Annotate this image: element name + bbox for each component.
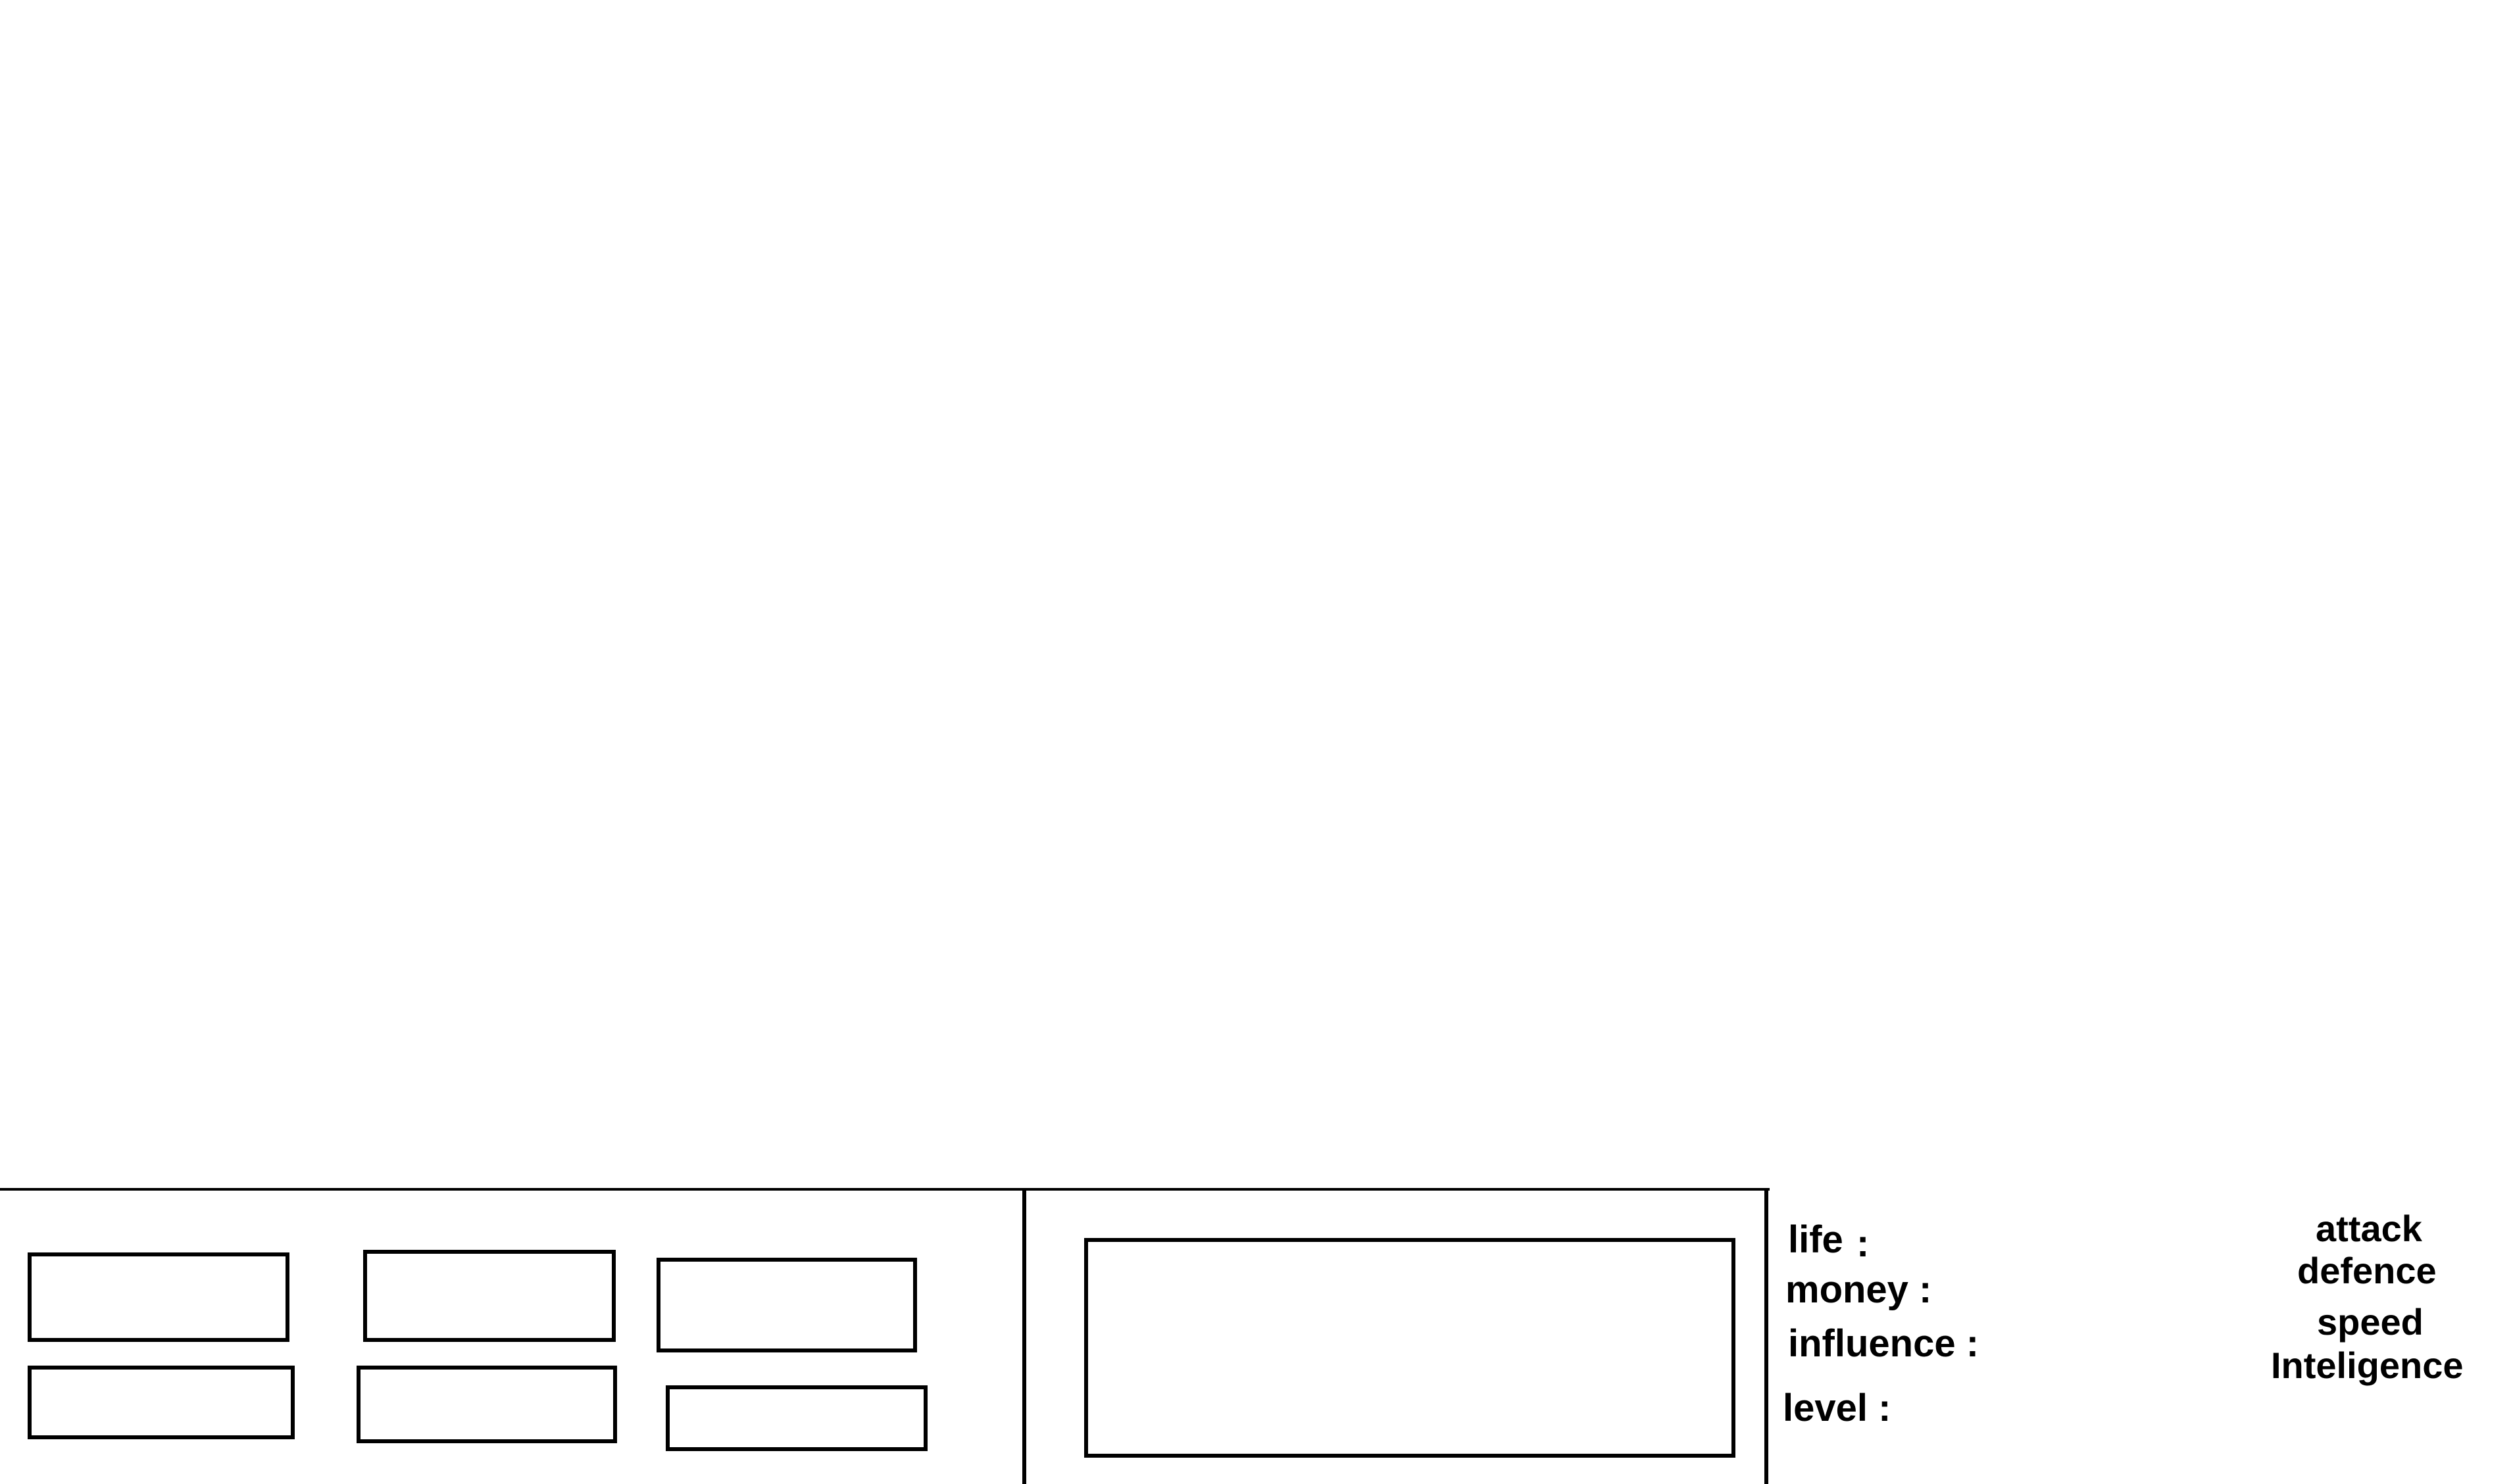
defence-label: defence (2297, 1250, 2437, 1291)
hud-divider-left (1022, 1189, 1026, 1484)
action-slot-4[interactable] (28, 1366, 295, 1439)
inteligence-label: Inteligence (2271, 1345, 2464, 1386)
message-box (1084, 1238, 1735, 1458)
attack-label: attack (2316, 1208, 2422, 1249)
action-slot-2[interactable] (363, 1250, 616, 1342)
action-slot-5[interactable] (357, 1366, 617, 1443)
speed-label: speed (2317, 1301, 2424, 1343)
money-label: money : (1785, 1268, 1932, 1311)
game-viewport[interactable] (0, 0, 2513, 1188)
hud-divider-right (1764, 1189, 1768, 1484)
hud-top-border (0, 1188, 1770, 1191)
level-label: level : (1783, 1387, 1891, 1429)
action-slot-6[interactable] (666, 1385, 928, 1451)
action-slot-1[interactable] (28, 1252, 289, 1342)
life-colon: : (1856, 1222, 1870, 1265)
influence-label: influence : (1788, 1322, 1979, 1365)
life-label: life (1788, 1218, 1843, 1261)
action-slot-3[interactable] (657, 1258, 917, 1352)
